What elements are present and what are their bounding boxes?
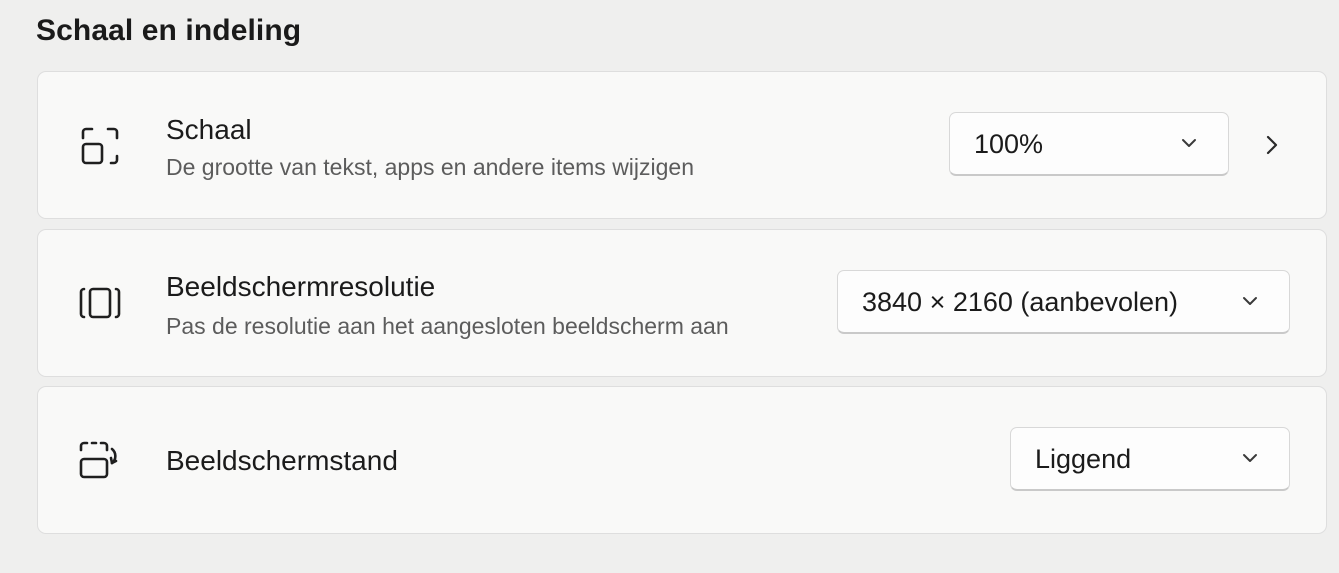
scale-dropdown-value: 100% [974, 129, 1044, 159]
display-orientation-icon [76, 437, 124, 485]
chevron-down-icon [1241, 451, 1259, 465]
chevron-down-icon [1180, 136, 1198, 150]
setting-card-scale: Schaal De grootte van tekst, apps en and… [37, 71, 1327, 219]
orientation-dropdown[interactable]: Liggend [1010, 427, 1290, 491]
setting-title-scale: Schaal [166, 114, 252, 145]
resolution-dropdown-value: 3840 × 2160 (aanbevolen) [862, 287, 1179, 317]
setting-title-orientation: Beeldschermstand [166, 445, 398, 476]
resolution-dropdown[interactable]: 3840 × 2160 (aanbevolen) [837, 270, 1290, 334]
setting-title-resolution: Beeldschermresolutie [166, 271, 436, 302]
section-title: Schaal en indeling [36, 14, 302, 47]
setting-description-resolution: Pas de resolutie aan het aangesloten bee… [166, 313, 729, 339]
setting-description-scale: De grootte van tekst, apps en andere ite… [166, 154, 695, 180]
scale-icon [76, 122, 124, 170]
scale-dropdown[interactable]: 100% [949, 112, 1229, 176]
setting-card-resolution: Beeldschermresolutie Pas de resolutie aa… [37, 229, 1327, 377]
setting-card-orientation: Beeldschermstand Liggend [37, 386, 1327, 534]
display-resolution-icon [76, 279, 124, 327]
chevron-down-icon [1241, 294, 1259, 308]
orientation-dropdown-value: Liggend [1035, 444, 1132, 474]
chevron-right-icon[interactable] [1263, 131, 1281, 159]
